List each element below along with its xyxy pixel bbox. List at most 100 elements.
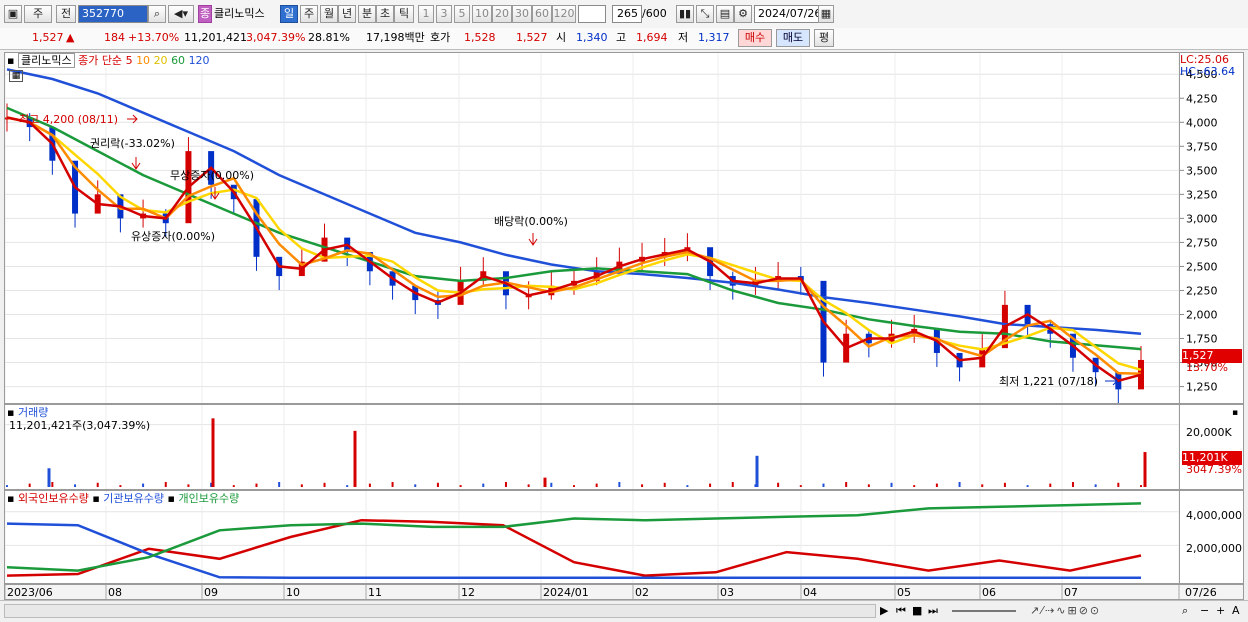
step-60[interactable]: 60 [532,5,552,23]
volume-bar [935,483,938,487]
price-panel[interactable]: 최고 4,200 (08/11) 권리락(-33.02%) 무상증자(0.00%) 유… [4,52,1180,404]
y-tick-label: 2,750 [1186,236,1218,249]
stop-icon[interactable]: ■ [912,604,922,618]
legend-dot-icon: ▪ [167,492,175,505]
annotation-high: 최고 4,200 (08/11) [19,113,118,126]
high-label: 고 [616,31,627,44]
custom-step-select[interactable] [578,5,606,23]
calendar-icon[interactable]: ▦ [818,5,834,23]
step-3[interactable]: 3 [436,5,452,23]
y-tick-label: 2,000 [1186,309,1218,322]
eval-button[interactable]: 평 [814,29,834,47]
buy-button[interactable]: 매수 [738,29,772,47]
x-tick-label: 07 [1064,586,1078,599]
annotation-dividend: 배당락(0.00%) [494,215,568,228]
legend-institution: 기관보유수량 [103,492,165,505]
interval-tick[interactable]: 틱 [394,5,414,23]
prev-button[interactable]: 전 [56,5,76,23]
date-input[interactable]: 2024/07/26 [754,5,821,23]
interval-second[interactable]: 초 [376,5,394,23]
stock-code-input[interactable]: 352770 [78,5,148,23]
bid-label: 호가 [430,31,451,44]
scrollbar-track[interactable] [4,604,876,618]
y-tick-label: 3,750 [1186,140,1218,153]
sell-button[interactable]: 매도 [776,29,810,47]
volume-current-pct: 3047.39% [1186,463,1242,476]
search-icon[interactable]: ⌕ [148,5,166,23]
holdings-line-1 [6,522,1141,579]
x-tick-label: 2024/01 [543,586,589,599]
last-icon[interactable]: ⏭ [928,604,938,618]
volume-bar [436,482,439,487]
volume-chart[interactable] [5,405,1179,489]
volume-bar [867,484,870,487]
scroll-right-icon[interactable]: ▶ [880,604,888,618]
volume-panel[interactable]: ▪ 거래량 11,201,421주(3,047.39%) [4,404,1180,490]
count-input[interactable]: 265 [612,5,642,23]
volume-bar [641,484,644,487]
bid-1: 1,528 [464,31,496,44]
table-icon[interactable]: ▦ [9,70,23,82]
step-1[interactable]: 1 [418,5,434,23]
trade-amount: 17,198백만 [366,31,425,44]
zoom-icon[interactable]: ⌕ [1182,604,1188,618]
legend-dot-icon: ▪ [7,406,15,419]
legend-ma-20: 20 [153,54,168,67]
candle-icon[interactable]: ▮▮ [676,5,694,23]
volume-bar [323,482,326,487]
hc-label: HC:-63.64 [1180,65,1236,78]
holdings-tick-2m: 2,000,000 [1186,542,1242,555]
step-120[interactable]: 120 [552,5,576,23]
interval-minute[interactable]: 분 [358,5,376,23]
interval-year[interactable]: 년 [338,5,356,23]
tool-icon[interactable]: ⤡ [696,5,714,23]
minus-icon[interactable]: − [1200,604,1209,618]
volume-bar [913,485,916,487]
high-value: 1,694 [636,31,668,44]
step-20[interactable]: 20 [492,5,512,23]
legend-prefix: 종가 단순 [78,54,123,67]
volume-spike [353,430,357,487]
volume-bar [74,484,77,487]
legend-individual: 개인보유수량 [178,492,240,505]
annotation-rights: 권리락(-33.02%) [90,137,175,150]
holdings-panel[interactable]: ▪ 외국인보유수량 ▪ 기관보유수량 ▪ 개인보유수량 [4,490,1180,584]
collapse-icon[interactable]: ▪ [1232,406,1238,420]
turnover-rate: 28.81% [308,31,350,44]
volume-bar [1094,484,1097,487]
legend-dot-icon: ▪ [7,492,15,505]
stock-name[interactable]: 클리노믹스 [214,7,265,21]
volume-bar [1026,485,1029,487]
gear-icon[interactable]: ⚙ [734,5,752,23]
price-chart[interactable]: 최고 4,200 (08/11) 권리락(-33.02%) 무상증자(0.00%) 유… [5,53,1179,403]
bid-2: 1,527 [516,31,548,44]
y-tick-label: 1,250 [1186,381,1218,394]
volume-bar [663,482,666,487]
low-value: 1,317 [698,31,730,44]
first-icon[interactable]: ⏮ [896,604,906,618]
step-10[interactable]: 10 [472,5,492,23]
sound-icon[interactable]: ◀▾ [168,5,194,23]
interval-month[interactable]: 월 [320,5,338,23]
zoom-slider[interactable] [952,610,1016,612]
open-label: 시 [556,31,567,44]
holdings-line-0 [6,518,1142,577]
open-value: 1,340 [576,31,608,44]
quote-bar: 1,527 ▲ 184 +13.70% 11,201,421 3,047.39%… [0,28,1248,50]
layout-icon[interactable]: ▣ [4,5,22,23]
step-5[interactable]: 5 [454,5,470,23]
save-icon[interactable]: ▤ [716,5,734,23]
step-30[interactable]: 30 [512,5,532,23]
volume-bar [799,485,802,487]
interval-day[interactable]: 일 [280,5,298,23]
holdings-axis: 4,000,000 2,000,000 [1180,490,1244,584]
interval-week[interactable]: 주 [300,5,318,23]
plus-icon[interactable]: + [1216,604,1225,618]
up-arrow-icon: ▲ [66,31,75,44]
font-icon[interactable]: A [1232,604,1240,618]
period-type-select[interactable]: 주 [24,5,52,23]
legend-dot-icon: ▪ [92,492,100,505]
volume-bar [981,484,984,487]
draw-tools-icon[interactable]: ↗⁄⇢∿⊞⊘⊙ [1030,604,1101,618]
arrow-down-icon [131,157,141,170]
